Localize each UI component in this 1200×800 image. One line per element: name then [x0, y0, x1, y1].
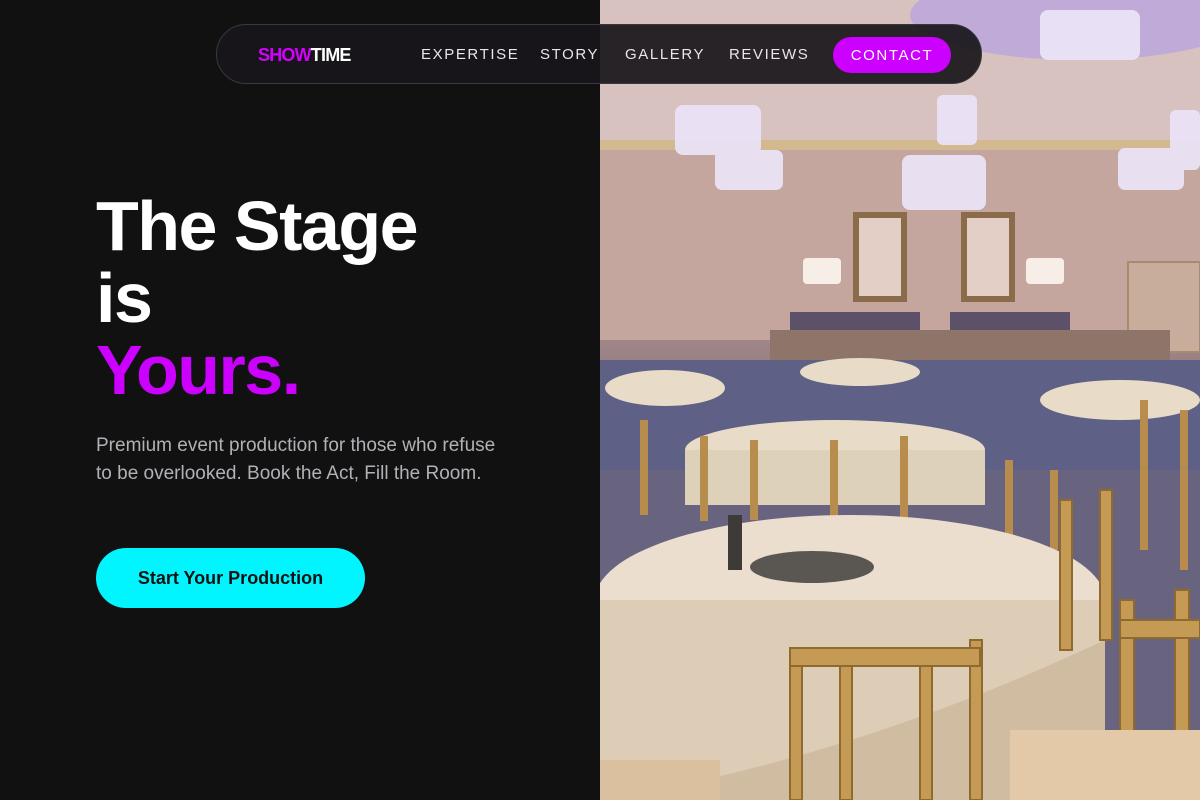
nav-link-story[interactable]: STORY: [540, 46, 599, 64]
nav-link-reviews[interactable]: REVIEWS: [729, 46, 809, 64]
nav-link-gallery[interactable]: GALLERY: [625, 46, 705, 64]
nav-link-expertise[interactable]: EXPERTISE: [421, 46, 519, 64]
logo-part-show: SHOW: [258, 45, 312, 65]
headline-line-2: is: [96, 259, 153, 337]
headline-line-1: The Stage: [96, 187, 419, 265]
ballroom-illustration: [600, 0, 1200, 800]
start-production-button[interactable]: Start Your Production: [96, 548, 365, 608]
logo-part-time: TIME: [310, 45, 352, 65]
headline-accent-word: Yours: [96, 331, 283, 409]
showtime-logo[interactable]: SHOWTIME: [258, 45, 351, 65]
main-navigation: SHOWTIME EXPERTISE STORY GALLERY REVIEWS…: [216, 24, 982, 84]
contact-button[interactable]: CONTACT: [833, 37, 951, 73]
headline-accent-dot: .: [281, 331, 301, 409]
ballroom-photo: [600, 0, 1200, 800]
hero-description: Premium event production for those who r…: [96, 435, 496, 484]
hero-headline: The Stage is Yours.: [96, 187, 419, 409]
